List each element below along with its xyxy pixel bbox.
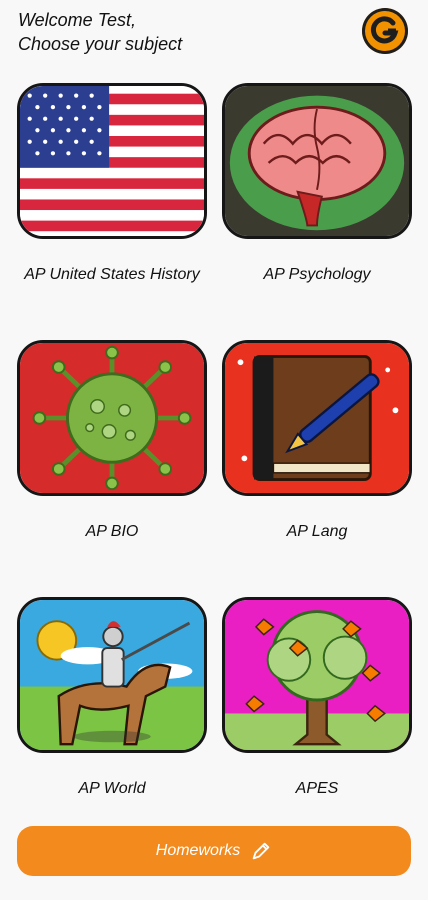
choose-subject-text: Choose your subject — [18, 34, 183, 54]
subject-label: AP BIO — [85, 523, 139, 540]
subject-label: AP Lang — [286, 523, 348, 540]
subject-label: AP World — [78, 780, 146, 797]
virus-icon[interactable] — [17, 340, 207, 496]
subject-label: AP United States History — [24, 266, 200, 283]
subject-card-world[interactable]: AP World — [17, 597, 207, 797]
american-flag-icon[interactable] — [17, 83, 207, 239]
subject-card-lang[interactable]: AP Lang — [222, 340, 412, 540]
subject-card-apes[interactable]: APES — [222, 597, 412, 797]
welcome-text: Welcome Test, — [18, 10, 137, 30]
subject-label: AP Psychology — [263, 266, 371, 283]
brain-icon[interactable] — [222, 83, 412, 239]
subject-card-psychology[interactable]: AP Psychology — [222, 83, 412, 283]
subject-card-us-history[interactable]: AP United States History — [17, 83, 207, 283]
header: Welcome Test, Choose your subject — [18, 8, 412, 56]
homeworks-label: Homeworks — [155, 842, 241, 859]
book-and-pen-icon[interactable] — [222, 340, 412, 496]
subject-label: APES — [295, 780, 339, 797]
tree-with-butterflies-icon[interactable] — [222, 597, 412, 753]
knight-on-horse-icon[interactable] — [17, 597, 207, 753]
pencil-icon — [250, 840, 272, 862]
subject-picker-screen: Welcome Test, Choose your subject AP Uni… — [0, 0, 428, 900]
g-logo-icon[interactable] — [362, 8, 408, 54]
homeworks-button[interactable]: Homeworks — [17, 826, 411, 876]
subject-card-bio[interactable]: AP BIO — [17, 340, 207, 540]
